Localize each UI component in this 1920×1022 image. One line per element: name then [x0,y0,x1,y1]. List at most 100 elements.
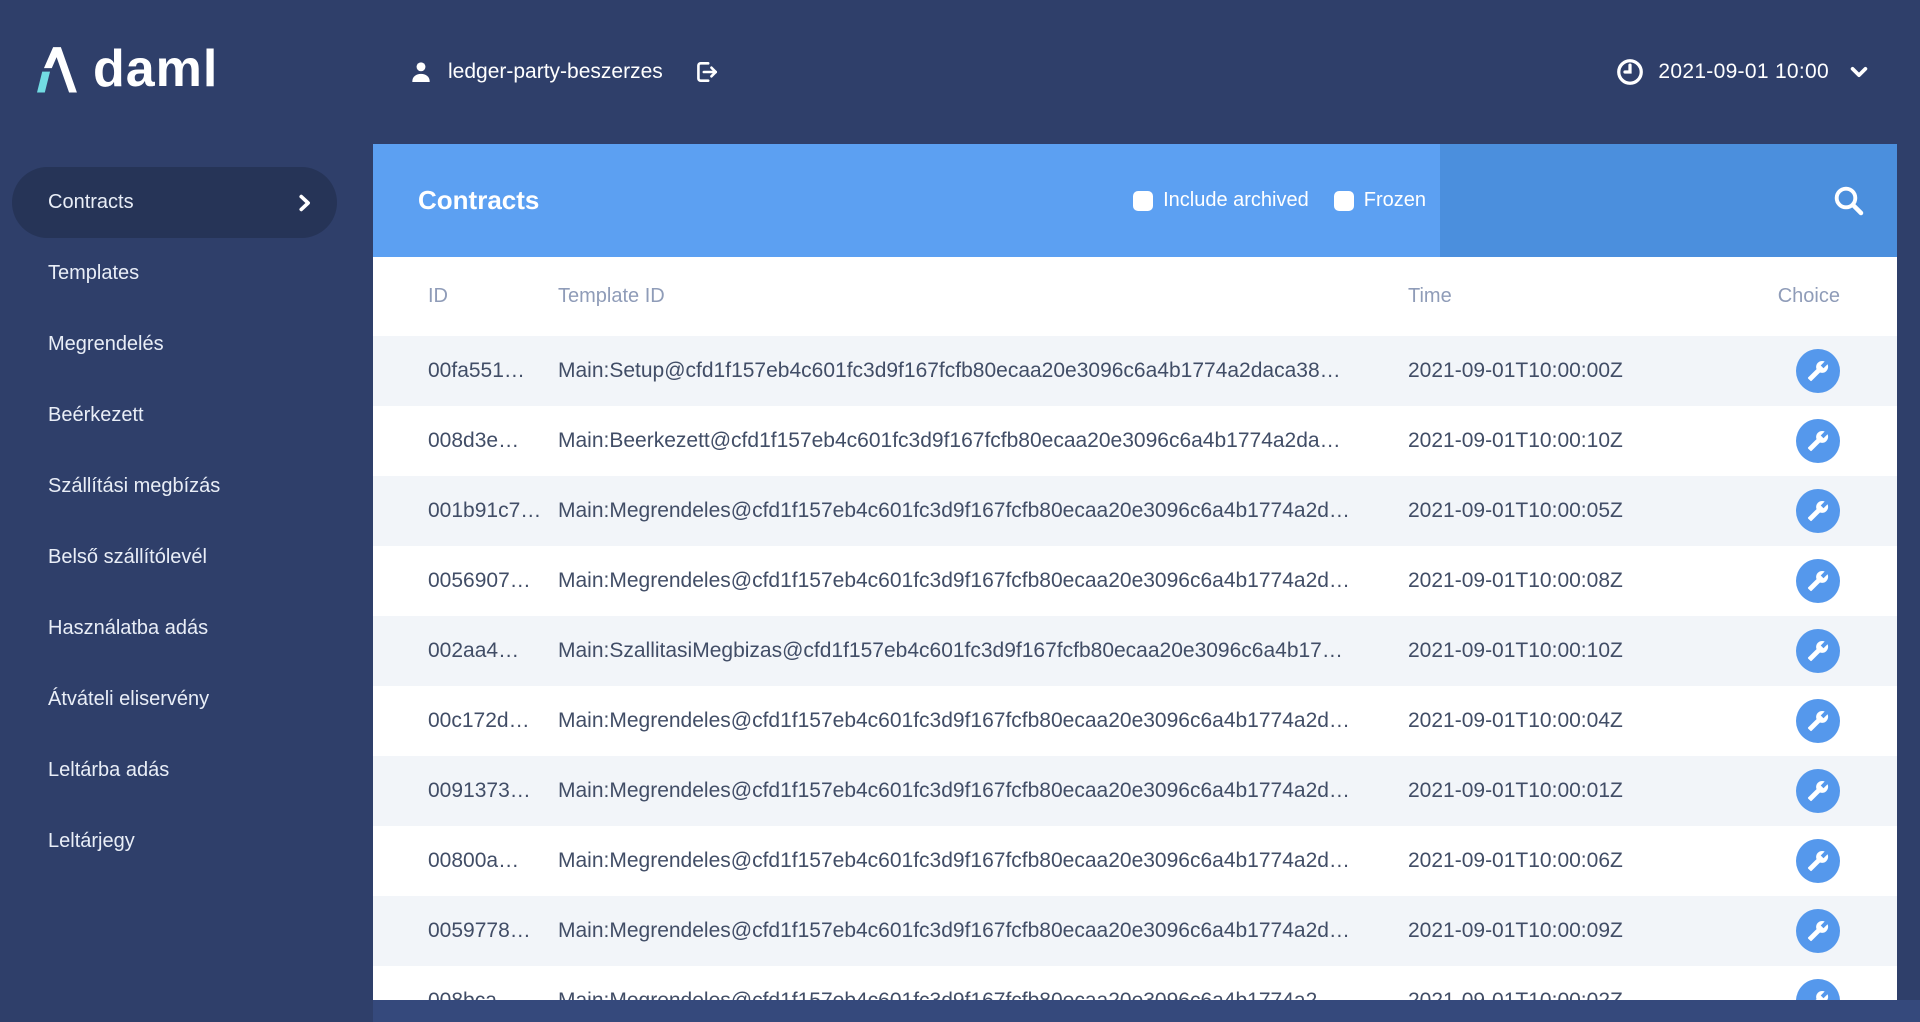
sidebar-item-label: Belső szállítólevél [48,546,207,568]
sidebar-item[interactable]: Templates [0,238,373,309]
party-name: ledger-party-beszerzes [448,60,663,83]
contract-id: 00c172d… [428,709,530,732]
sidebar-item-label: Templates [48,262,140,284]
sidebar-item[interactable]: Leltárjegy [0,806,373,877]
sidebar-item-label: Használatba adás [48,617,209,639]
sidebar-item[interactable]: Contracts [12,167,337,238]
filter-checkbox[interactable]: Include archived [1133,189,1309,212]
col-header-choice: Choice [1777,285,1840,307]
filter-checkbox[interactable]: Frozen [1333,189,1426,212]
table-row[interactable]: 00c172d… Main:Megrendeles@cfd1f157eb4c60… [373,686,1897,756]
contract-template-id: Main:Megrendeles@cfd1f157eb4c601fc3d9f16… [558,499,1350,522]
wrench-icon [1807,780,1829,802]
contract-id: 008d3e… [428,429,520,452]
wrench-icon [1807,990,1829,1000]
sidebar-item-label: Beérkezett [48,404,144,426]
choice-wrench-button[interactable] [1796,699,1840,743]
contract-id: 0059778… [428,919,531,942]
choice-wrench-button[interactable] [1796,559,1840,603]
person-icon [408,59,434,85]
contract-time: 2021-09-01T10:00:04Z [1408,709,1623,732]
table-row[interactable]: 0091373… Main:Megrendeles@cfd1f157eb4c60… [373,756,1897,826]
contract-time: 2021-09-01T10:00:10Z [1408,429,1623,452]
daml-logo-icon [37,40,77,98]
contract-time: 2021-09-01T10:00:08Z [1408,569,1623,592]
contract-template-id: Main:Megrendeles@cfd1f157eb4c601fc3d9f16… [558,709,1350,732]
contract-time: 2021-09-01T10:00:09Z [1408,919,1623,942]
wrench-icon [1807,640,1829,662]
search-button[interactable] [1831,183,1867,219]
search-zone [1440,144,1897,257]
table-header: ID Template ID Time Choice [373,257,1897,336]
table-row[interactable]: 0056907… Main:Megrendeles@cfd1f157eb4c60… [373,546,1897,616]
table-row[interactable]: 008d3e… Main:Beerkezett@cfd1f157eb4c601f… [373,406,1897,476]
filter-label: Frozen [1363,189,1426,211]
sign-out-icon[interactable] [693,59,719,85]
contract-id: 002aa4… [428,639,520,662]
logo-wordmark: daml [93,40,219,98]
choice-wrench-button[interactable] [1796,629,1840,673]
choice-wrench-button[interactable] [1796,909,1840,953]
choice-wrench-button[interactable] [1796,489,1840,533]
bottom-scroll-strip [373,1000,1920,1022]
table-row[interactable]: 00800a… Main:Megrendeles@cfd1f157eb4c601… [373,826,1897,896]
contract-template-id: Main:SzallitasiMegbizas@cfd1f157eb4c601f… [558,639,1343,662]
contract-id: 00800a… [428,849,520,872]
search-icon [1831,183,1867,219]
sidebar-item[interactable]: Leltárba adás [0,735,373,806]
wrench-icon [1807,920,1829,942]
table-row[interactable]: 0059778… Main:Megrendeles@cfd1f157eb4c60… [373,896,1897,966]
wrench-icon [1807,430,1829,452]
sidebar-item-label: Szállítási megbízás [48,475,221,497]
contract-time: 2021-09-01T10:00:05Z [1408,499,1623,522]
contract-time: 2021-09-01T10:00:01Z [1408,779,1623,802]
contract-id: 001b91c7… [428,499,542,522]
sidebar-item[interactable]: Megrendelés [0,309,373,380]
contract-time: 2021-09-01T10:00:06Z [1408,849,1623,872]
col-header-time: Time [1408,285,1452,307]
contract-template-id: Main:Megrendeles@cfd1f157eb4c601fc3d9f16… [558,569,1350,592]
page-title: Contracts [418,185,540,215]
contract-time: 2021-09-01T10:00:10Z [1408,639,1623,662]
table-row[interactable]: 001b91c7… Main:Megrendeles@cfd1f157eb4c6… [373,476,1897,546]
sidebar-item[interactable]: Használatba adás [0,593,373,664]
app-root: { "colors": { "navy": "#2f3f6a", "navy_d… [0,0,1920,1022]
wrench-icon [1807,500,1829,522]
table-row[interactable]: 008bca… Main:Megrendeles@cfd1f157eb4c601… [373,966,1897,1000]
sidebar-item-label: Contracts [48,191,134,213]
party-indicator: ledger-party-beszerzes [408,0,719,144]
ledger-time-picker[interactable]: 2021-09-01 10:00 [1615,0,1870,144]
wrench-icon [1807,850,1829,872]
table-row[interactable]: 002aa4… Main:SzallitasiMegbizas@cfd1f157… [373,616,1897,686]
wrench-icon [1807,710,1829,732]
checkbox-box[interactable] [1333,190,1354,211]
contract-time: 2021-09-01T10:00:00Z [1408,359,1623,382]
sidebar-item[interactable]: Szállítási megbízás [0,451,373,522]
contracts-panel: Contracts Include archived Frozen ID Tem… [373,144,1897,1000]
chevron-right-icon [293,191,315,215]
sidebar-item[interactable]: Beérkezett [0,380,373,451]
sidebar-item-label: Megrendelés [48,333,164,355]
filter-label: Include archived [1163,189,1309,211]
checkbox-box[interactable] [1133,190,1154,211]
sidebar-item[interactable]: Belső szállítólevél [0,522,373,593]
contracts-table-body: 00fa551… Main:Setup@cfd1f157eb4c601fc3d9… [373,336,1897,1000]
contract-time: 2021-09-01T10:00:02Z [1408,989,1796,1000]
choice-wrench-button[interactable] [1796,349,1840,393]
sidebar-item[interactable]: Átváteli eliservény [0,664,373,735]
wrench-icon [1807,570,1829,592]
daml-logo: daml [37,40,218,98]
contract-template-id: Main:Setup@cfd1f157eb4c601fc3d9f167fcfb8… [558,359,1341,382]
contract-template-id: Main:Megrendeles@cfd1f157eb4c601fc3d9f16… [558,919,1350,942]
sidebar-item-label: Leltárjegy [48,830,135,852]
choice-wrench-button[interactable] [1796,419,1840,463]
wrench-icon [1807,360,1829,382]
choice-wrench-button[interactable] [1796,769,1840,813]
table-row[interactable]: 00fa551… Main:Setup@cfd1f157eb4c601fc3d9… [373,336,1897,406]
contract-template-id: Main:Beerkezett@cfd1f157eb4c601fc3d9f167… [558,429,1341,452]
topbar: daml ledger-party-beszerzes 2021-09-01 1… [0,0,1920,144]
contracts-header-band: Contracts Include archived Frozen [373,144,1897,257]
choice-wrench-button[interactable] [1796,839,1840,883]
sidebar-item-label: Leltárba adás [48,759,170,781]
choice-wrench-button[interactable] [1796,979,1840,1000]
